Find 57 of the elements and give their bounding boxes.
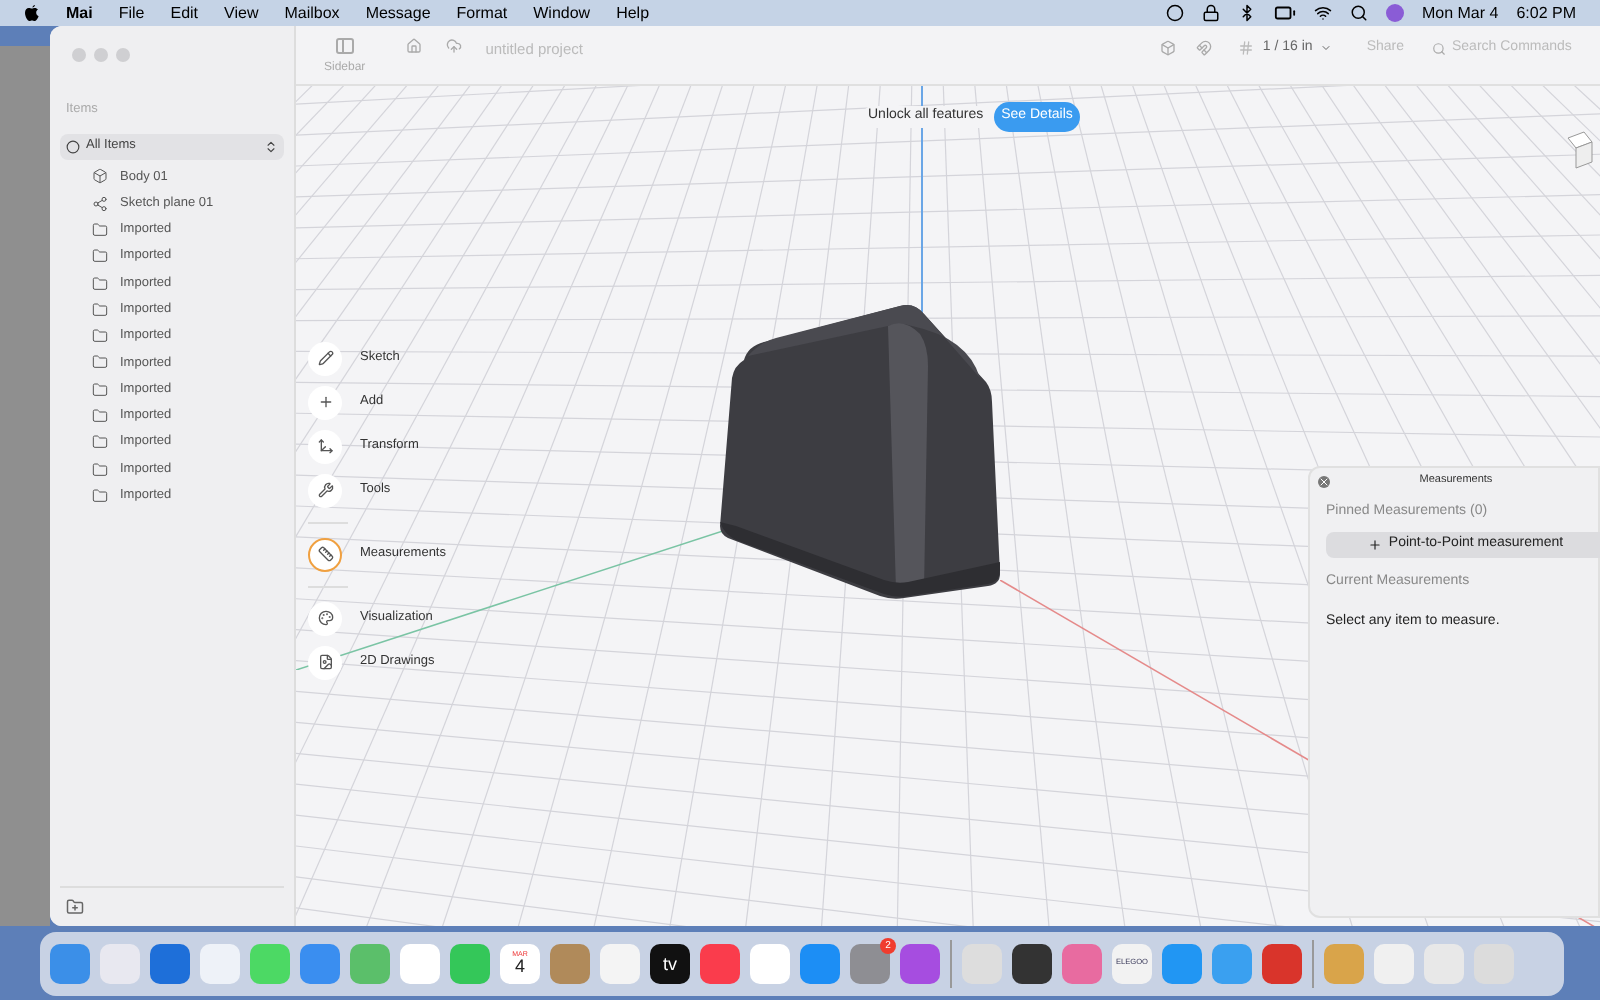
dock-app-icon[interactable] <box>1012 944 1052 984</box>
dock-icon-label: tv <box>662 955 677 973</box>
menu-item[interactable]: Mailbox <box>284 1 340 25</box>
view-cube-icon[interactable] <box>1564 126 1596 170</box>
dock-icon-label: 4 <box>514 958 525 977</box>
wrench-icon <box>317 482 333 498</box>
plus-icon <box>317 394 333 410</box>
move-icon <box>317 438 333 454</box>
folder-icon <box>92 354 108 371</box>
folder-icon <box>92 381 108 398</box>
folder-icon <box>92 328 108 345</box>
cube-icon <box>92 168 108 185</box>
status-icon[interactable] <box>1165 4 1184 22</box>
nodes-icon <box>92 195 108 212</box>
new-folder-icon[interactable] <box>66 898 84 916</box>
palette-icon <box>317 610 333 626</box>
folder-icon <box>92 487 108 504</box>
dock-app-icon[interactable]: tv <box>650 944 690 984</box>
image-icon <box>317 654 333 670</box>
ruler-icon <box>317 546 333 562</box>
menu-date[interactable]: Mon Mar 4 <box>1421 1 1499 25</box>
menu-item[interactable]: Window <box>533 1 591 25</box>
menu-item[interactable]: Format <box>456 1 508 25</box>
chevron-icon <box>264 139 278 154</box>
lock-icon[interactable] <box>1201 4 1220 22</box>
app-menu[interactable]: Mai <box>66 1 93 25</box>
search-icon <box>1432 41 1446 56</box>
pencil-icon <box>317 350 333 366</box>
sidebar-toggle-icon[interactable] <box>335 38 354 54</box>
folder-icon <box>92 248 108 265</box>
box-icon[interactable] <box>1160 40 1177 57</box>
menu-item[interactable]: Help <box>616 1 650 25</box>
menu-item[interactable]: View <box>224 1 259 25</box>
filter-icon <box>66 139 80 154</box>
apple-logo-icon[interactable] <box>24 4 40 22</box>
menu-time[interactable]: 6:02 PM <box>1516 1 1576 25</box>
menu-item[interactable]: Message <box>365 1 431 25</box>
bluetooth-icon[interactable] <box>1237 4 1256 22</box>
close-icon[interactable] <box>1318 475 1330 487</box>
cloud-upload-icon[interactable] <box>445 38 462 54</box>
magnet-icon[interactable] <box>1196 40 1213 57</box>
folder-icon <box>92 221 108 238</box>
chevron-icon <box>1320 42 1333 55</box>
folder-icon <box>92 461 108 478</box>
folder-icon <box>92 434 108 451</box>
folder-icon <box>92 275 108 292</box>
search-icon[interactable] <box>1349 4 1368 22</box>
menu-item[interactable]: File <box>118 1 145 25</box>
menu-item[interactable]: Edit <box>170 1 199 25</box>
folder-icon <box>92 408 108 425</box>
user-avatar-icon[interactable] <box>1385 4 1404 22</box>
home-icon[interactable] <box>405 38 422 54</box>
battery-icon[interactable] <box>1273 2 1296 24</box>
folder-icon <box>92 301 108 318</box>
grid-icon <box>1238 40 1255 57</box>
wifi-icon[interactable] <box>1313 4 1332 22</box>
plus-icon <box>1368 537 1383 551</box>
